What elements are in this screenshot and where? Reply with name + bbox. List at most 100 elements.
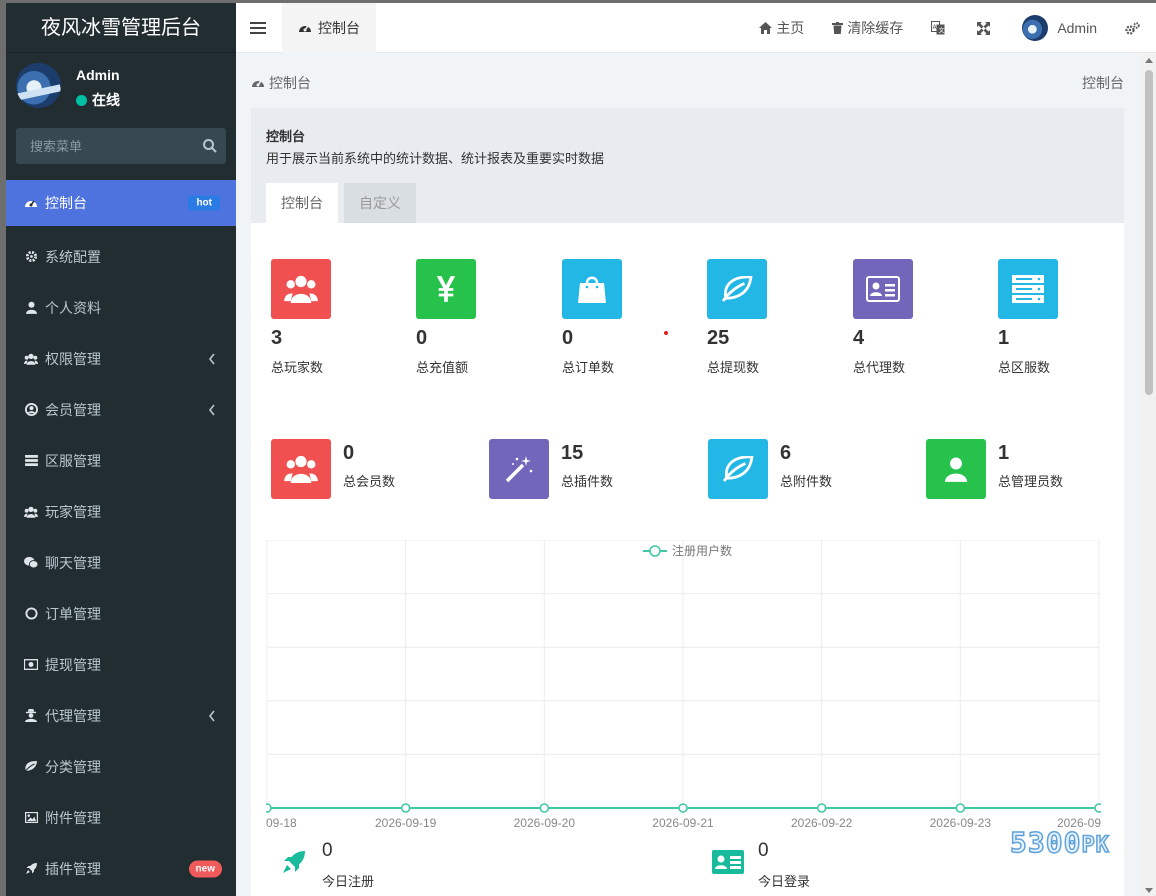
user-status-label: 在线 xyxy=(92,92,120,108)
sidebar-item-label: 区服管理 xyxy=(45,452,101,469)
data-point[interactable] xyxy=(678,803,688,813)
online-dot-icon xyxy=(76,94,87,106)
legend-label[interactable]: 注册用户数 xyxy=(672,543,732,558)
home-link-label: 主页 xyxy=(776,20,805,36)
stat-label: 总提现数 xyxy=(707,360,760,375)
data-point[interactable] xyxy=(1094,803,1101,813)
chevron-left-icon xyxy=(208,352,216,368)
user-circle-icon xyxy=(24,403,38,417)
sidebar-item-gear[interactable]: 系统配置 xyxy=(6,231,236,282)
stat-value: 25 xyxy=(707,327,730,349)
language-button[interactable]: A文 xyxy=(917,3,963,53)
image-icon xyxy=(24,811,38,825)
sidebar-item-label: 附件管理 xyxy=(45,809,101,826)
tab-custom[interactable]: 自定义 xyxy=(344,183,416,223)
rocket-icon xyxy=(24,862,38,876)
search-icon[interactable] xyxy=(202,138,218,154)
sidebar-item-label: 订单管理 xyxy=(45,605,101,622)
sidebar-item-money[interactable]: 提现管理 xyxy=(6,639,236,690)
stat-label: 总订单数 xyxy=(562,360,615,375)
tab-dashboard-label: 控制台 xyxy=(318,20,360,36)
stat-card: 0 总充值额 xyxy=(416,259,536,376)
server-list-icon xyxy=(24,454,38,468)
control-sidebar-toggle[interactable] xyxy=(1111,3,1156,53)
stat-value: 3 xyxy=(271,327,283,349)
data-point[interactable] xyxy=(400,803,411,813)
user-menu[interactable]: Admin xyxy=(1008,3,1111,53)
scroll-up-icon[interactable] xyxy=(1145,58,1153,63)
data-point[interactable] xyxy=(539,803,550,813)
menu-search-input[interactable] xyxy=(16,128,191,164)
stat-value: 1 xyxy=(998,327,1010,349)
sidebar-item-label: 代理管理 xyxy=(45,707,101,724)
gears-icon xyxy=(1125,21,1140,35)
yen-icon xyxy=(416,259,476,319)
app-title[interactable]: 夜风冰雪管理后台 xyxy=(6,3,236,53)
new-badge: new xyxy=(188,860,222,877)
user-status: 在线 xyxy=(76,90,120,110)
sidebar-item-user-secret[interactable]: 代理管理 xyxy=(6,690,236,741)
sidebar-item-group[interactable]: 权限管理 xyxy=(6,333,236,384)
stat-card: 1 总管理员数 xyxy=(926,439,1063,499)
main-content: 控制台 控制台 控制台 用于展示当前系统中的统计数据、统计报表及重要实时数据 控… xyxy=(236,53,1140,896)
sidebar-item-label: 玩家管理 xyxy=(45,503,101,520)
sidebar-item-leaf[interactable]: 分类管理 xyxy=(6,741,236,792)
translate-icon: A文 xyxy=(931,21,945,35)
sidebar-item-dashboard[interactable]: 控制台 hot xyxy=(6,180,236,226)
gear-icon xyxy=(24,250,38,264)
top-navbar: 控制台 主页 清除缓存 A文 Admin xyxy=(236,3,1156,53)
rocket-icon xyxy=(283,851,305,873)
stat-card: 15 总插件数 xyxy=(489,439,613,499)
sidebar-item-image[interactable]: 附件管理 xyxy=(6,792,236,843)
dashboard-icon xyxy=(24,196,38,210)
data-point[interactable] xyxy=(816,803,827,813)
fullscreen-button[interactable] xyxy=(963,3,1008,53)
tab-dashboard[interactable]: 控制台 xyxy=(282,3,376,53)
circle-icon xyxy=(24,607,38,621)
menu-search xyxy=(16,128,226,164)
x-tick-label: 2026-09-19 xyxy=(375,816,437,830)
breadcrumb-link[interactable]: 控制台 xyxy=(1082,73,1124,93)
users-icon xyxy=(271,439,331,499)
dashboard-icon xyxy=(299,25,311,32)
sidebar-item-user-circle[interactable]: 会员管理 xyxy=(6,384,236,435)
home-link[interactable]: 主页 xyxy=(745,3,818,53)
sidebar-item-rocket[interactable]: 插件管理 new xyxy=(6,843,236,894)
x-tick-label: 2026-09-22 xyxy=(791,816,853,830)
stat-label: 总代理数 xyxy=(853,360,906,375)
user-name: Admin xyxy=(76,67,120,83)
sidebar-item-circle[interactable]: 订单管理 xyxy=(6,588,236,639)
tab-dashboard-panel[interactable]: 控制台 xyxy=(266,183,338,223)
home-icon xyxy=(759,22,773,34)
stat-label: 总会员数 xyxy=(343,474,396,489)
users-icon xyxy=(24,505,38,519)
data-point[interactable] xyxy=(266,803,272,813)
sidebar-item-wechat[interactable]: 聊天管理 xyxy=(6,537,236,588)
stat-value: 15 xyxy=(561,442,584,464)
sidebar-item-users[interactable]: 玩家管理 xyxy=(6,486,236,537)
clear-cache-button[interactable]: 清除缓存 xyxy=(818,3,917,53)
stat-label: 总管理员数 xyxy=(998,474,1064,489)
panel-heading: 控制台 用于展示当前系统中的统计数据、统计报表及重要实时数据 控制台 自定义 xyxy=(251,108,1124,223)
today-register: 0 今日注册 xyxy=(281,840,374,890)
stat-value: 0 xyxy=(416,327,428,349)
stat-label: 总附件数 xyxy=(780,474,833,489)
scroll-thumb[interactable] xyxy=(1145,70,1153,395)
legend-marker xyxy=(649,545,661,557)
address-card-icon xyxy=(712,850,744,874)
sidebar-toggle-icon[interactable] xyxy=(250,19,266,37)
breadcrumb-title: 控制台 xyxy=(269,75,311,91)
app-window: 夜风冰雪管理后台 Admin 在线 控制台 hot 系统配置个人资料权限管理会员管理… xyxy=(6,3,1156,896)
dashboard-icon xyxy=(252,80,264,87)
sidebar-item-user[interactable]: 个人资料 xyxy=(6,282,236,333)
x-tick-label: 2026-09-21 xyxy=(652,816,714,830)
stat-card: 1 总区服数 xyxy=(998,259,1118,376)
sidebar-item-server-list[interactable]: 区服管理 xyxy=(6,435,236,486)
sidebar: 夜风冰雪管理后台 Admin 在线 控制台 hot 系统配置个人资料权限管理会员管理… xyxy=(6,3,236,896)
data-point[interactable] xyxy=(955,803,966,813)
group-icon xyxy=(24,352,38,366)
scroll-down-icon[interactable] xyxy=(1145,888,1153,893)
page-scrollbar[interactable] xyxy=(1142,55,1156,896)
sidebar-item-label: 分类管理 xyxy=(45,758,101,775)
stat-value: 0 xyxy=(562,327,574,349)
